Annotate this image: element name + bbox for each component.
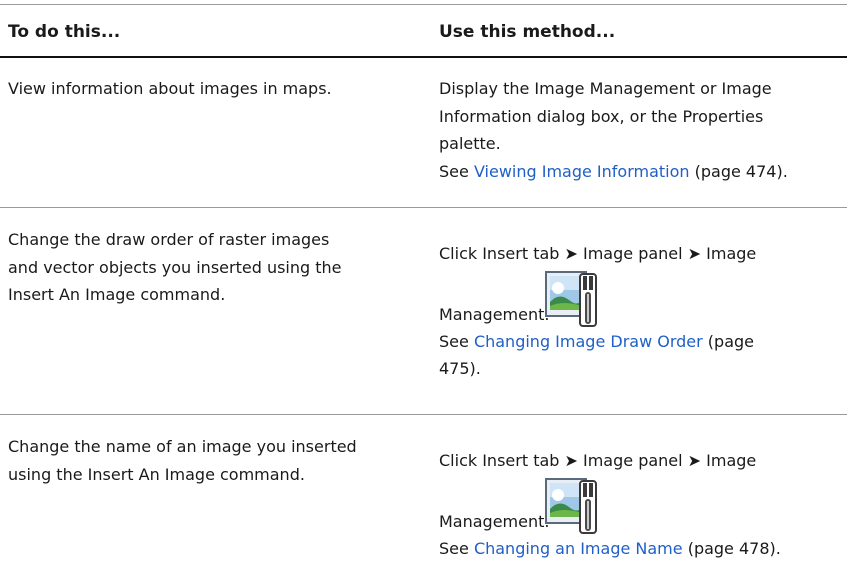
table-row-3-task: Change the name of an image you inserted… xyxy=(8,433,428,488)
task-line: Insert An Image command. xyxy=(8,285,226,304)
link-changing-image-draw-order[interactable]: Changing Image Draw Order xyxy=(474,332,703,351)
page-ref: (page 474). xyxy=(689,161,788,181)
page-ref: (page xyxy=(702,331,755,351)
row-divider xyxy=(0,414,847,415)
image-management-icon xyxy=(545,270,597,327)
table-row-1-task: View information about images in maps. xyxy=(8,75,428,103)
see-label: See xyxy=(439,331,474,351)
header-use-this-method: Use this method... xyxy=(439,22,616,42)
management-line: Management. xyxy=(439,475,844,535)
row-divider xyxy=(0,207,847,208)
header-rule xyxy=(0,56,847,58)
table-row-1-method: Display the Image Management or Image In… xyxy=(439,75,844,185)
link-viewing-image-information[interactable]: Viewing Image Information xyxy=(474,162,690,181)
method-line: Information dialog box, or the Propertie… xyxy=(439,106,764,126)
table-row-3-method: Click Insert tab ➤ Image panel ➤ Image M… xyxy=(439,447,844,562)
task-line: and vector objects you inserted using th… xyxy=(8,257,342,277)
method-line: Display the Image Management or Image xyxy=(439,79,772,98)
image-management-icon xyxy=(545,477,597,534)
method-line: Management. xyxy=(439,511,550,531)
see-also: See Viewing Image Information (page 474)… xyxy=(439,158,844,186)
method-line: Click Insert tab ➤ Image panel ➤ Image xyxy=(439,451,757,470)
table-row-2-method: Click Insert tab ➤ Image panel ➤ Image M… xyxy=(439,240,844,383)
table-top-rule xyxy=(0,4,847,5)
see-also: See Changing Image Draw Order (page xyxy=(439,328,844,356)
task-text: View information about images in maps. xyxy=(8,79,332,98)
method-line: Management. xyxy=(439,304,550,324)
method-line: palette. xyxy=(439,134,501,153)
link-changing-an-image-name[interactable]: Changing an Image Name xyxy=(474,539,683,558)
page-ref: (page 478). xyxy=(682,538,781,558)
method-line: Click Insert tab ➤ Image panel ➤ Image xyxy=(439,244,757,263)
see-also: See Changing an Image Name (page 478). xyxy=(439,535,844,563)
page-ref-continued: 475). xyxy=(439,359,481,378)
see-label: See xyxy=(439,538,474,558)
management-line: Management. xyxy=(439,268,844,328)
table-row-2-task: Change the draw order of raster images a… xyxy=(8,226,428,309)
task-line: Change the draw order of raster images xyxy=(8,230,330,249)
header-to-do-this: To do this... xyxy=(8,22,121,42)
task-line: using the Insert An Image command. xyxy=(8,464,305,484)
task-line: Change the name of an image you inserted xyxy=(8,437,357,456)
see-label: See xyxy=(439,161,474,181)
